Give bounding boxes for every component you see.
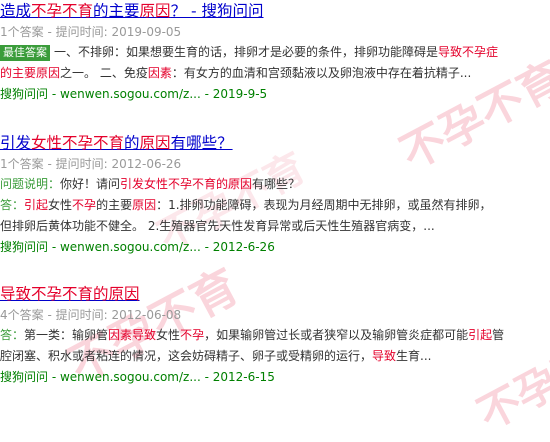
result-title-link[interactable]: 导致不孕不育的原因 (0, 283, 550, 305)
result-meta: 1个答案 - 提问时间: 2012-06-26 (0, 157, 182, 171)
result-title-link[interactable]: 引发女性不孕不育的原因有哪些？ (0, 132, 550, 154)
answer-snippet: 答：第一类：输卵管因素导致女性不孕，如果输卵管过长或者狭窄以及输卵管炎症都可能引… (0, 328, 505, 342)
answer-snippet: 但排卵后黄体功能不健全。 2.生殖器官先天性发育异常或后天性生殖器官病变，... (0, 219, 435, 233)
answer-snippet: 答：引起女性不孕的主要原因：1.排卵功能障碍，表现为月经周期中无排卵，或虽然有排… (0, 198, 492, 212)
search-result: 导致不孕不育的原因 4个答案 - 提问时间: 2012-06-08 答：第一类：… (0, 283, 550, 387)
result-abstract: 最佳答案 一、不排卵：如果想要生育的话，排卵才是必要的条件，排卵功能障碍是导致不孕… (0, 42, 550, 63)
result-source-url[interactable]: 搜狗问问 - wenwen.sogou.com/z... - 2012-6-26 (0, 237, 550, 257)
search-result: 引发女性不孕不育的原因有哪些？ 1个答案 - 提问时间: 2012-06-26 … (0, 132, 550, 257)
best-answer-badge: 最佳答案 (0, 45, 50, 61)
search-result: 造成不孕不育的主要原因？ - 搜狗问问 1个答案 - 提问时间: 2019-09… (0, 0, 550, 104)
result-source-url[interactable]: 搜狗问问 - wenwen.sogou.com/z... - 2019-9-5 (0, 84, 550, 104)
result-source-url[interactable]: 搜狗问问 - wenwen.sogou.com/z... - 2012-6-15 (0, 367, 550, 387)
result-meta: 4个答案 - 提问时间: 2012-06-08 (0, 308, 182, 322)
result-meta: 1个答案 - 提问时间: 2019-09-05 (0, 25, 182, 39)
result-abstract: 的主要原因之一。 二、免疫因素：有女方的血清和宫颈黏液以及卵泡液中存在着抗精子.… (0, 66, 472, 80)
result-title-link[interactable]: 造成不孕不育的主要原因？ - 搜狗问问 (0, 0, 550, 22)
question-description: 问题说明：你好！请问引发女性不孕不育的原因有哪些？ (0, 177, 301, 191)
answer-snippet: 腔闭塞、积水或者粘连的情况，这会妨碍精子、卵子或受精卵的运行，导致生育... (0, 349, 432, 363)
